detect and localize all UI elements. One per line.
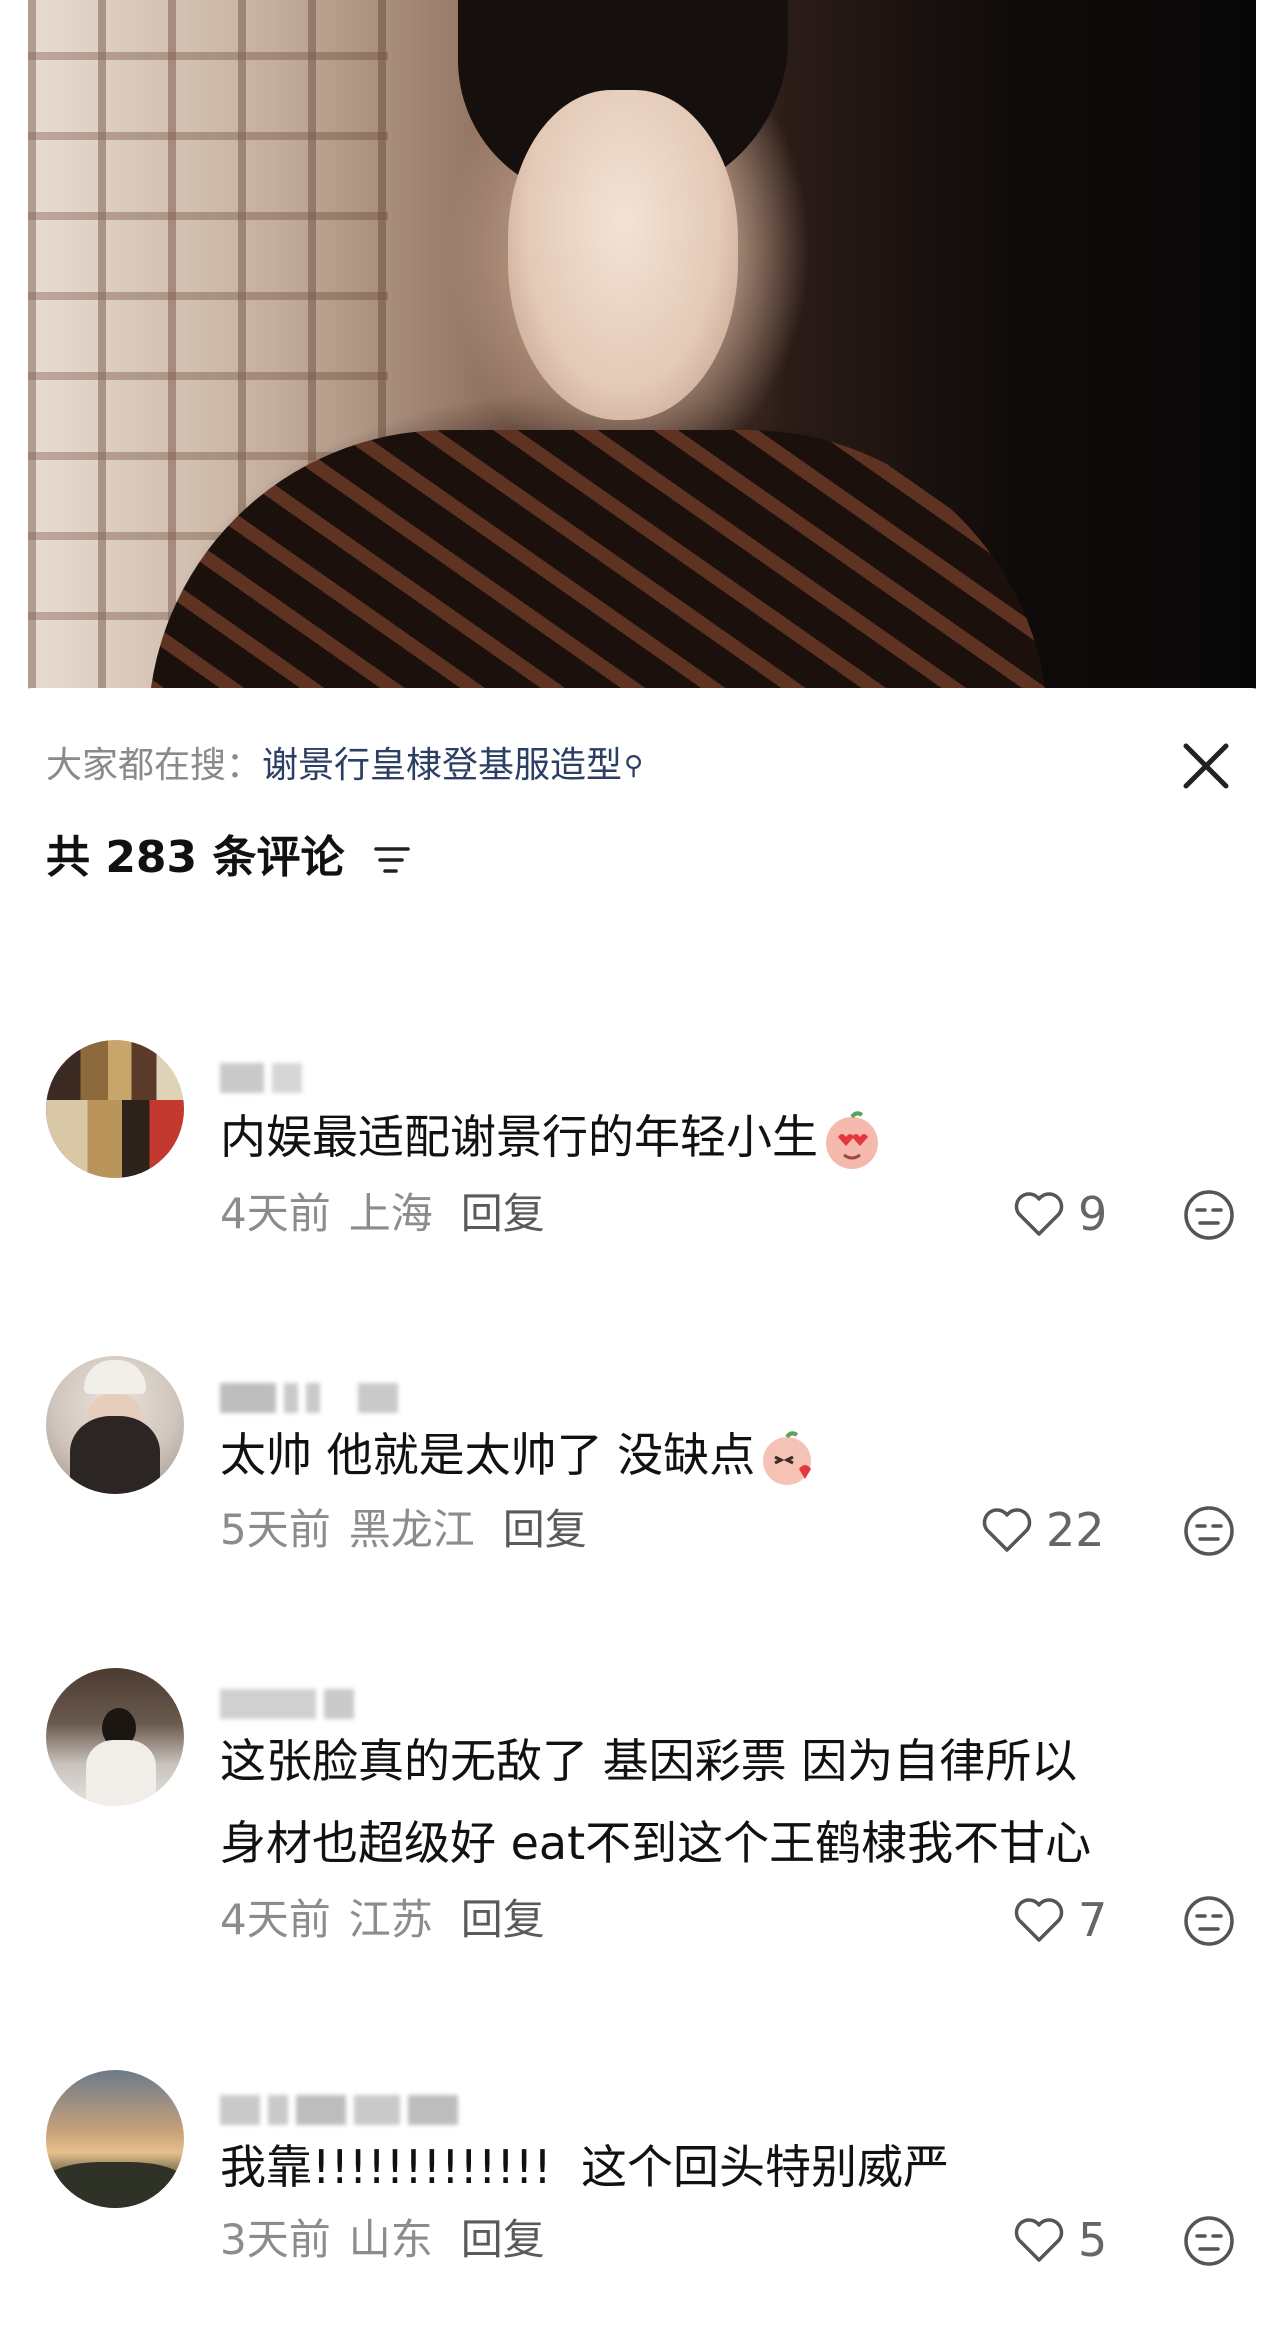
comment-body-line-1: 这张脸真的无敌了 基因彩票 因为自律所以	[220, 1734, 1078, 1788]
dislike-face-icon[interactable]	[1182, 1188, 1236, 1242]
trending-search[interactable]: 大家都在搜：谢景行皇棣登基服造型⚲	[46, 742, 643, 790]
username-redacted[interactable]	[220, 1056, 302, 1100]
comment-body: 太帅 他就是太帅了 没缺点	[220, 1428, 756, 1482]
comment-sheet: 大家都在搜：谢景行皇棣登基服造型⚲ 共 283 条评论 内娱最适配谢景行的年轻小…	[0, 688, 1284, 2352]
like-button[interactable]: 22	[980, 1500, 1105, 1560]
comment-time: 3天前	[220, 2215, 331, 2264]
close-icon[interactable]	[1178, 738, 1234, 794]
video-player[interactable]	[0, 0, 1284, 700]
comment-count-title: 共 283 条评论	[46, 828, 412, 888]
reply-button[interactable]: 回复	[461, 2215, 545, 2264]
video-frame	[28, 0, 1256, 700]
comment-body: 我靠!!!!!!!!!!!!! 这个回头特别威严	[220, 2140, 949, 2194]
comment-location: 江苏	[348, 1895, 433, 1944]
heart-icon	[982, 1508, 1032, 1552]
comment-time: 4天前	[220, 1895, 331, 1944]
sort-icon[interactable]	[372, 843, 412, 877]
like-count: 22	[1046, 1503, 1105, 1557]
comment-text: 我靠!!!!!!!!!!!!! 这个回头特别威严	[220, 2126, 1240, 2208]
like-button[interactable]: 5	[1012, 2210, 1107, 2270]
heart-icon	[1014, 1192, 1064, 1236]
kiss-emoji	[763, 1430, 812, 1485]
comment-text: 这张脸真的无敌了 基因彩票 因为自律所以 身材也超级好 eat不到这个王鹤棣我不…	[220, 1720, 1240, 1884]
comment-meta: 5天前 黑龙江 回复	[220, 1500, 587, 1560]
like-count: 5	[1078, 2213, 1108, 2267]
dislike-face-icon[interactable]	[1182, 1894, 1236, 1948]
comment-meta: 4天前 江苏 回复	[220, 1890, 545, 1950]
comment-text: 内娱最适配谢景行的年轻小生	[220, 1096, 1240, 1178]
like-button[interactable]: 9	[1012, 1184, 1107, 1244]
comment-body: 内娱最适配谢景行的年轻小生	[220, 1110, 818, 1164]
heart-icon	[1014, 2218, 1064, 2262]
reply-button[interactable]: 回复	[461, 1895, 545, 1944]
comment-location: 黑龙江	[348, 1505, 475, 1554]
like-count: 9	[1078, 1187, 1108, 1241]
heart-icon	[1014, 1898, 1064, 1942]
like-count: 7	[1078, 1893, 1108, 1947]
avatar[interactable]	[46, 1040, 184, 1178]
search-icon[interactable]: ⚲	[624, 751, 643, 781]
comment-meta: 4天前 上海 回复	[220, 1184, 545, 1244]
comment-body-line-2: 身材也超级好 eat不到这个王鹤棣我不甘心	[220, 1816, 1092, 1870]
figure-face	[508, 90, 738, 420]
like-button[interactable]: 7	[1012, 1890, 1107, 1950]
reply-button[interactable]: 回复	[461, 1189, 545, 1238]
comment-location: 山东	[348, 2215, 433, 2264]
avatar[interactable]	[46, 1356, 184, 1494]
comment-time: 5天前	[220, 1505, 331, 1554]
comment-count-label: 共 283 条评论	[46, 832, 345, 883]
avatar[interactable]	[46, 2070, 184, 2208]
heart-eyes-emoji	[826, 1110, 878, 1169]
avatar[interactable]	[46, 1668, 184, 1806]
comment-meta: 3天前 山东 回复	[220, 2210, 545, 2270]
reply-button[interactable]: 回复	[503, 1505, 587, 1554]
dislike-face-icon[interactable]	[1182, 2214, 1236, 2268]
dislike-face-icon[interactable]	[1182, 1504, 1236, 1558]
clipped-previous-row	[220, 916, 1240, 940]
search-prefix: 大家都在搜：	[46, 745, 263, 786]
comment-time: 4天前	[220, 1189, 331, 1238]
comment-location: 上海	[348, 1189, 433, 1238]
comment-text: 太帅 他就是太帅了 没缺点	[220, 1414, 1240, 1496]
search-term-link[interactable]: 谢景行皇棣登基服造型	[262, 745, 622, 786]
